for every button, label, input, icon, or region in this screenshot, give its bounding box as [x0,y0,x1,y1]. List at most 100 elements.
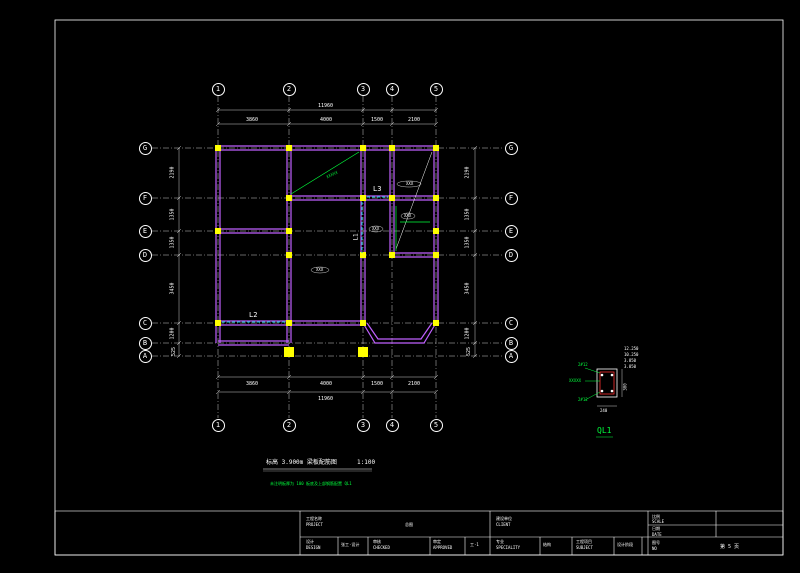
column-10 [286,228,292,234]
tb-specialty-cn: 专业 [496,539,504,544]
ql1-title: QL1 [597,426,612,435]
column-14 [389,252,395,258]
ql1-elev-2: 10.250 [624,352,639,357]
slab-mark-3: XXX [372,226,380,231]
dim-right-4: 3450 [464,282,471,295]
axis-bubble-right-C: C [504,316,518,330]
beam-label-l3: L3 [373,185,382,193]
ql1-rebar-1 [610,373,614,377]
axis-bubble-right-E: E [504,224,518,238]
tb-check-cn: 审核 [373,539,381,544]
ql1-elev-4: 3.850 [624,364,637,369]
diagonal-rebar [290,151,360,195]
axis-bubble-top-2: 2 [282,82,296,96]
ql1-rebar-2 [600,389,604,393]
ql1-rebar-3 [610,389,614,393]
dim-right-2: 1350 [464,208,471,221]
column-13 [360,252,366,258]
tb-project-cn: 工程名称 [306,516,322,521]
tb-approve-en: APPROVED [433,545,453,550]
column-12 [286,252,292,258]
tb-check-en: CHECKED [373,545,390,550]
column-large-1 [284,347,294,357]
axis-bubble-bottom-1: 1 [211,418,225,432]
dim-left-2: 1350 [169,208,176,221]
dim-right-3: 1350 [464,236,471,249]
dim-bottom-3: 1500 [371,381,384,387]
title-block-lines [54,510,784,556]
dim-top-1: 3860 [246,117,259,123]
tb-date-en: DATE [652,532,662,537]
axis-bubble-bottom-2: 2 [282,418,296,432]
dim-left-1: 2190 [169,166,176,179]
ql1-bottom-bar: 2#12 [578,397,588,402]
tb-rev: 工·1 [470,542,479,547]
tb-drawing-label: 总图 [405,522,413,527]
column-5 [286,195,292,201]
dim-left-4: 3450 [169,282,176,295]
column-9 [215,228,221,234]
axis-bubble-left-B: B [138,336,152,350]
axis-bubble-right-D: D [504,248,518,262]
axis-bubble-bottom-5: 5 [429,418,443,432]
plan-title: 标高 3.900m 梁板配筋图 [266,459,337,466]
dim-top-total: 11960 [318,103,334,109]
column-16 [215,320,221,326]
axis-bubble-bottom-3: 3 [356,418,370,432]
dim-bottom-1: 3860 [246,381,259,387]
dim-bottom-4: 2100 [408,381,421,387]
axis-bubble-left-C: C [138,316,152,330]
axis-bubble-left-G: G [138,141,152,155]
tb-design-cn: 设计 [306,539,314,544]
dim-right-1: 2190 [464,166,471,179]
axis-bubble-right-B: B [504,336,518,350]
ql1-width: 240 [600,408,608,413]
axis-bubble-left-D: D [138,248,152,262]
column-19 [433,320,439,326]
beam-label-l1: L1 [352,233,360,241]
column-15 [433,252,439,258]
column-11 [433,228,439,234]
axis-bubble-top-1: 1 [211,82,225,96]
ql1-height: 300 [622,383,628,391]
dim-left-3: 1350 [169,236,176,249]
tb-outer [54,510,784,556]
axis-bubble-left-A: A [138,349,152,363]
column-1 [286,145,292,151]
slab-mark-1: XXX [406,181,414,186]
tb-specialty-en: SPECIALITY [496,545,521,550]
plan-scale: 1:100 [357,459,376,466]
tb-project-en: PROJECT [306,522,323,527]
ql1-elev-1: 12.250 [624,346,639,351]
tb-specialty-val: 结构 [543,542,551,547]
ql1-rebar-0 [600,373,604,377]
tb-client-cn: 建设单位 [496,516,512,521]
column-large-2 [358,347,368,357]
axis-bubble-bottom-4: 4 [385,418,399,432]
ql1-top-bar: 2#12 [578,362,588,367]
axis-bubble-top-5: 5 [429,82,443,96]
dimension-lines [176,107,478,395]
tb-subject-val: 设计阶段 [617,542,633,547]
dim-bottom-total: 11960 [318,396,334,402]
tb-sheet-cn: 图号 [652,540,660,545]
column-4 [433,145,439,151]
column-8 [433,195,439,201]
tb-design-en: DESIGN [306,545,321,550]
beam-label-l2: L2 [249,311,258,319]
slab-mark-4: XXX [316,267,324,272]
dim-left-6: 525 [171,346,178,357]
axis-bubble-top-4: 4 [385,82,399,96]
axis-bubble-right-A: A [504,349,518,363]
bay-window-beam-inner [366,322,433,340]
column-6 [360,195,366,201]
tb-subject-cn: 工程项目 [576,539,592,544]
column-2 [360,145,366,151]
axis-grid-lines [152,96,504,418]
tb-sheet-en: NO [652,546,657,551]
dim-left-5: 1200 [169,327,176,340]
plan-note: 未注明板厚为 100 板底及上部钢筋配置 QL1 [270,481,352,486]
dim-top-3: 1500 [371,117,384,123]
axis-bubble-left-F: F [138,191,152,205]
column-7 [389,195,395,201]
